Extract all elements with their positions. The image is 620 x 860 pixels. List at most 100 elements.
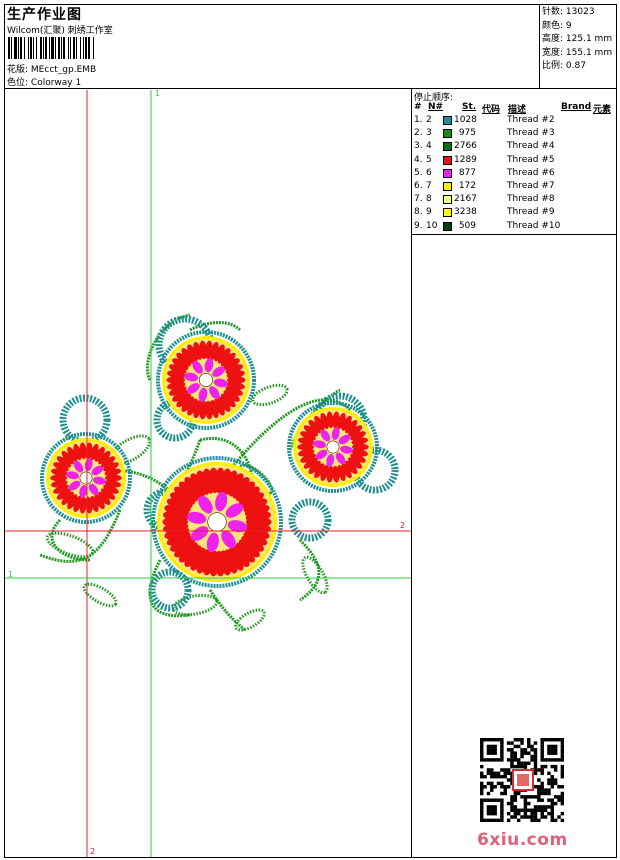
qr-module [490, 774, 494, 779]
qr-finder-module [500, 751, 504, 755]
qr-finder-module [490, 744, 494, 749]
qr-finder-module [540, 738, 544, 742]
qr-finder-module [500, 801, 504, 806]
qr-module [530, 748, 534, 752]
qr-module [503, 791, 507, 796]
qr-module [550, 778, 555, 782]
qr-module [527, 801, 531, 806]
stem [208, 589, 247, 632]
qr-module [516, 744, 521, 749]
qr-finder-module [493, 738, 497, 742]
qr-module [506, 771, 511, 776]
qr-module [520, 761, 524, 765]
qr-finder-module [483, 758, 487, 762]
qr-module [527, 795, 531, 799]
qr-module [533, 771, 538, 776]
qr-finder-module [493, 811, 497, 816]
qr-module [516, 811, 521, 816]
qr-module [480, 791, 484, 796]
qr-module [520, 795, 524, 799]
qr-module [510, 751, 514, 755]
qr-module [510, 798, 514, 802]
qr-module [480, 788, 484, 792]
qr-module [540, 785, 544, 789]
qr-module [560, 764, 564, 769]
qr-module [513, 744, 518, 749]
qr-module [527, 815, 531, 819]
qr-module [516, 738, 521, 742]
qr-finder-module [493, 818, 497, 822]
qr-module [540, 764, 544, 769]
qr-module [513, 808, 518, 813]
qr-module [553, 781, 558, 786]
qr-module [490, 781, 494, 786]
qr-module [537, 805, 541, 809]
qr-module [510, 741, 514, 745]
qr-module [550, 764, 555, 769]
qr-module [513, 751, 518, 755]
qr-module [513, 815, 518, 819]
qr-module [520, 808, 524, 813]
qr-finder-module [483, 798, 487, 802]
qr-module [560, 774, 564, 779]
qr-finder-module [486, 738, 491, 742]
qr-module [530, 744, 534, 749]
qr-module [510, 795, 514, 799]
qr-finder-module [560, 758, 564, 762]
qr-finder-module [540, 744, 544, 749]
qr-module [543, 805, 548, 809]
guide-label-h2: 2 [400, 521, 406, 530]
qr-module [480, 781, 484, 786]
qr-module [510, 808, 514, 813]
qr-module [560, 791, 564, 796]
qr-module [527, 741, 531, 745]
qr-finder-module [486, 758, 491, 762]
flower-center [198, 372, 214, 388]
qr-module [530, 758, 534, 762]
qr-module [520, 751, 524, 755]
qr-module [533, 751, 538, 755]
qr-module [496, 774, 501, 779]
qr-module [527, 761, 531, 765]
qr-module [493, 785, 497, 789]
qr-module [523, 764, 528, 769]
qr-module [543, 791, 548, 796]
qr-module [543, 788, 548, 792]
qr-module [537, 798, 541, 802]
qr-module [537, 808, 541, 813]
qr-module [547, 771, 551, 776]
qr-finder-module [500, 748, 504, 752]
qr-module [553, 764, 558, 769]
qr-module [560, 818, 564, 822]
flower-left [40, 432, 132, 524]
guide-label-v1: 1 [155, 89, 161, 98]
qr-module [483, 774, 487, 779]
qr-module [540, 771, 544, 776]
qr-module [486, 768, 491, 772]
qr-module [513, 764, 518, 769]
qr-finder-module [480, 805, 484, 809]
qr-module [520, 764, 524, 769]
qr-module [506, 785, 511, 789]
qr-module [513, 758, 518, 762]
qr-module [493, 771, 497, 776]
qr-module [513, 754, 518, 759]
qr-finder-module [486, 744, 491, 749]
qr-module [550, 774, 555, 779]
qr-finder-module [553, 751, 558, 755]
qr-module [503, 785, 507, 789]
qr-module [550, 818, 555, 822]
qr-module [557, 815, 561, 819]
qr-module [500, 774, 504, 779]
qr-module [533, 805, 538, 809]
qr-module [537, 788, 541, 792]
qr-finder-module [496, 798, 501, 802]
qr-module [490, 785, 494, 789]
qr-finder-module [490, 758, 494, 762]
qr-finder-module [493, 805, 497, 809]
qr-module [523, 808, 528, 813]
qr-module [513, 791, 518, 796]
qr-finder-module [550, 744, 555, 749]
qr-module [510, 815, 514, 819]
qr-module [537, 785, 541, 789]
